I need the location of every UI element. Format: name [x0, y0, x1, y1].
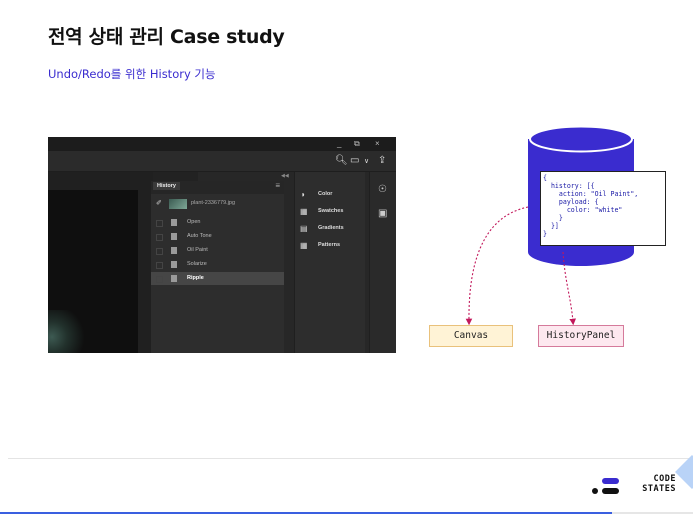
bottom-accent-bar: [0, 512, 612, 514]
history-panel-node: HistoryPanel: [538, 325, 624, 347]
logo-dot: [592, 488, 598, 494]
canvas-node: Canvas: [429, 325, 513, 347]
data-flow-arrows: [465, 206, 577, 326]
logo-bar-top: [602, 478, 619, 484]
arrow-to-canvas: [465, 206, 529, 326]
footer-divider: [8, 458, 693, 459]
bottom-bar-end: [612, 512, 693, 514]
logo-bar-bottom: [602, 488, 619, 494]
arrow-to-history: [562, 251, 577, 326]
codestates-logo: CODE STATES: [592, 474, 682, 498]
logo-text: CODE STATES: [642, 474, 676, 494]
